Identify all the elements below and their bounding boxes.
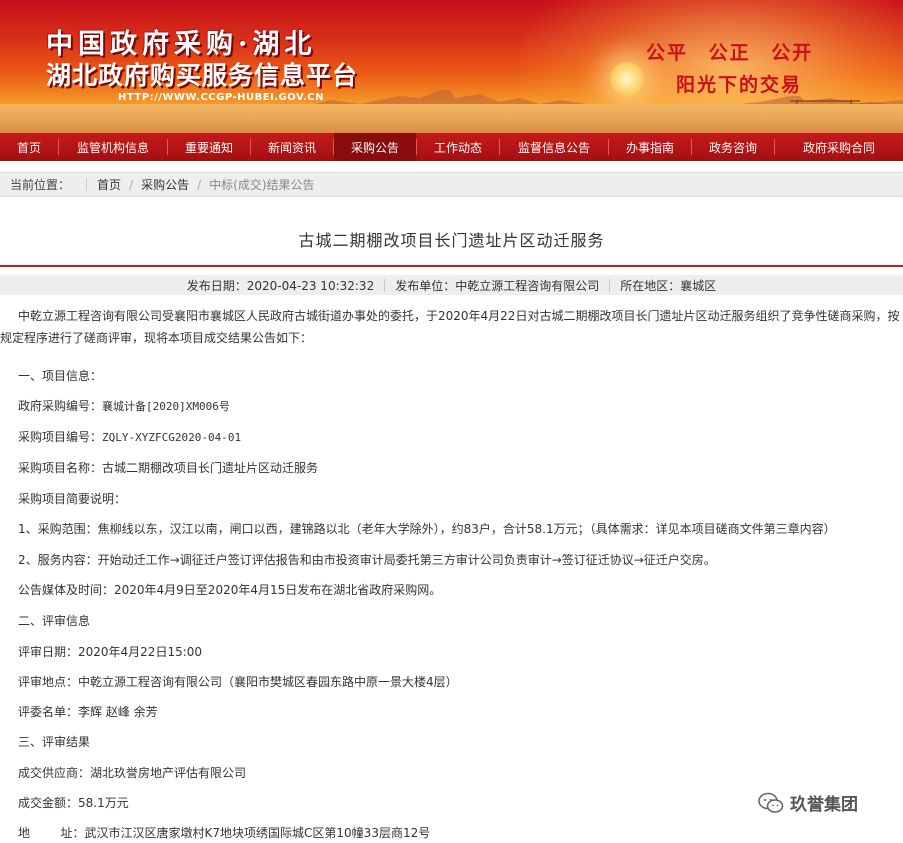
- banner-slogan-line2: 阳光下的交易: [676, 74, 803, 96]
- breadcrumb-separator: /: [129, 177, 134, 192]
- project-name: 采购项目名称：古城二期棚改项目长门遗址片区动迁服务: [18, 461, 319, 475]
- breadcrumb-home-link[interactable]: 首页: [97, 176, 121, 193]
- project-brief-heading: 采购项目简要说明：: [18, 492, 127, 506]
- breadcrumb-divider: [86, 178, 88, 191]
- procurement-number-label: 政府采购编号：: [18, 399, 103, 413]
- meta-divider: [609, 278, 611, 292]
- review-date: 评审日期：2020年4月22日15:00: [18, 645, 203, 659]
- winning-supplier: 成交供应商：湖北玖誉房地产评估有限公司: [18, 766, 247, 780]
- section-project-info: 一、项目信息：: [18, 369, 103, 383]
- nav-item-home[interactable]: 首页: [0, 133, 58, 161]
- intro-paragraph: 中乾立源工程咨询有限公司受襄阳市襄城区人民政府古城街道办事处的委托，于2020年…: [0, 309, 900, 345]
- nav-item-consult[interactable]: 政务咨询: [692, 133, 774, 161]
- wechat-watermark: 玖誉集团: [758, 790, 858, 815]
- publish-date: 发布日期：2020-04-23 10:32:32: [186, 278, 375, 293]
- wechat-icon: [758, 792, 784, 813]
- section-review-result: 三、评审结果: [18, 735, 91, 749]
- article-title: 古城二期棚改项目长门遗址片区动迁服务: [298, 231, 605, 250]
- project-number-value: ZQLY-XYZFCG2020-04-01: [102, 431, 242, 444]
- nav-item-guide[interactable]: 办事指南: [609, 133, 691, 161]
- procurement-number-value: 襄城计备[2020]XM006号: [102, 400, 230, 413]
- nav-item-supervision[interactable]: 监督信息公告: [500, 133, 608, 161]
- river-graphic: [0, 104, 903, 133]
- announcement-media: 公告媒体及时间：2020年4月9日至2020年4月15日发布在湖北省政府采购网。: [18, 583, 442, 597]
- site-banner: 中国政府采购·湖北 湖北政府购买服务信息平台 HTTP://WWW.CCGP-H…: [0, 0, 903, 133]
- nav-item-contracts[interactable]: 政府采购合同: [775, 133, 903, 161]
- supplier-address-label: 地 址：: [18, 826, 85, 840]
- meta-divider: [384, 278, 386, 292]
- procurement-number: 政府采购编号：襄城计备[2020]XM006号: [18, 397, 230, 414]
- supplier-address: 地 址：武汉市江汉区唐家墩村K7地块项绣国际城C区第10幢33层商12号: [18, 824, 430, 841]
- banner-slogan-line1: 公平 公正 公开: [646, 42, 814, 64]
- procurement-scope: 1、采购范围：焦柳线以东，汉江以南，闸口以西，建锦路以北（老年大学除外），约83…: [18, 522, 836, 536]
- banner-title-line2: 湖北政府购买服务信息平台: [46, 61, 359, 90]
- supplier-address-value: 武汉市江汉区唐家墩村K7地块项绣国际城C区第10幢33层商12号: [84, 826, 431, 840]
- region: 所在地区：襄城区: [620, 278, 717, 293]
- project-number-label: 采购项目编号：: [18, 430, 103, 444]
- contract-amount: 成交金额：58.1万元: [18, 796, 129, 810]
- project-number: 采购项目编号：ZQLY-XYZFCG2020-04-01: [18, 428, 241, 445]
- breadcrumb-separator: /: [197, 177, 202, 192]
- breadcrumb: 当前位置： 首页 / 采购公告 / 中标(成交)结果公告: [0, 172, 903, 197]
- service-content: 2、服务内容：开始动迁工作→调征迁户签订评估报告和由市投资审计局委托第三方审计公…: [18, 553, 716, 567]
- banner-url: HTTP://WWW.CCGP-HUBEI.GOV.CN: [118, 92, 324, 103]
- publisher: 发布单位：中乾立源工程咨询有限公司: [395, 278, 600, 293]
- review-place: 评审地点：中乾立源工程咨询有限公司（襄阳市樊城区春园东路中原一景大楼4层）: [18, 675, 458, 689]
- title-divider: [0, 265, 903, 267]
- nav-item-procurement[interactable]: 采购公告: [334, 133, 416, 161]
- review-committee: 评委名单：李辉 赵峰 余芳: [18, 705, 158, 719]
- nav-item-work[interactable]: 工作动态: [417, 133, 499, 161]
- breadcrumb-current: 中标(成交)结果公告: [209, 178, 315, 192]
- breadcrumb-procurement-link[interactable]: 采购公告: [141, 176, 189, 193]
- article-meta: 发布日期：2020-04-23 10:32:32 发布单位：中乾立源工程咨询有限…: [0, 275, 903, 295]
- nav-item-notices[interactable]: 重要通知: [168, 133, 250, 161]
- nav-item-regulators[interactable]: 监管机构信息: [59, 133, 167, 161]
- nav-item-news[interactable]: 新闻资讯: [251, 133, 333, 161]
- watermark-text: 玖誉集团: [790, 795, 858, 815]
- section-review-info: 二、评审信息: [18, 614, 91, 628]
- breadcrumb-label: 当前位置：: [10, 178, 71, 192]
- main-nav: 首页 监管机构信息 重要通知 新闻资讯 采购公告 工作动态 监督信息公告 办事指…: [0, 133, 903, 161]
